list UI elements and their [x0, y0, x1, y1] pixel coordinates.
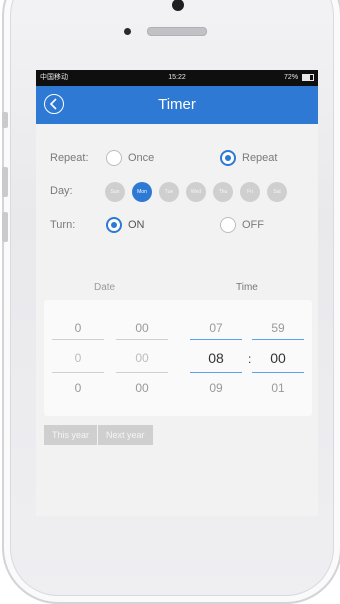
- status-bar: 中国移动 15:22 72%: [36, 70, 318, 86]
- battery-icon: [302, 73, 314, 81]
- repeat-row: Repeat: Once Repeat: [36, 147, 318, 171]
- picker-cell[interactable]: 07: [190, 321, 242, 335]
- next-year-tab[interactable]: Next year: [98, 425, 153, 445]
- day-sun-button[interactable]: Sun: [105, 182, 125, 202]
- picker-divider: [52, 339, 104, 340]
- time-header: Time: [236, 282, 258, 293]
- proximity-sensor: [124, 28, 131, 35]
- day-mon-button[interactable]: Mon: [132, 182, 152, 202]
- picker-cell-selected[interactable]: 00: [252, 350, 304, 366]
- repeat-repeat-radio[interactable]: [220, 150, 236, 166]
- turn-off-label[interactable]: OFF: [242, 219, 264, 231]
- picker-cell[interactable]: 09: [190, 381, 242, 395]
- picker-divider: [116, 372, 168, 373]
- picker-cell[interactable]: 0: [52, 321, 104, 335]
- battery-indicator: 72%: [284, 70, 314, 86]
- picker-divider: [252, 372, 304, 373]
- year-tabs: This year Next year: [44, 425, 153, 445]
- datetime-picker[interactable]: 0 0 0 00 00 00 07 08 09 : 59 00 01: [44, 300, 312, 416]
- day-wed-button[interactable]: Wed: [186, 182, 206, 202]
- status-time: 15:22: [168, 74, 186, 81]
- day-label: Day:: [50, 185, 73, 197]
- picker-cell-selected[interactable]: 08: [190, 350, 242, 366]
- picker-divider: [52, 372, 104, 373]
- earpiece-speaker: [147, 27, 207, 36]
- battery-percent: 72%: [284, 74, 299, 81]
- turn-row: Turn: ON OFF: [36, 214, 318, 238]
- app-screen: 中国移动 15:22 72% Timer Repeat: Once Repeat…: [36, 70, 318, 516]
- day-row: Day: Sun Mon Tue Wed Thu Fri Sat: [36, 180, 318, 204]
- date-header: Date: [94, 282, 116, 293]
- repeat-once-label[interactable]: Once: [128, 152, 154, 164]
- picker-cell[interactable]: 0: [52, 381, 104, 395]
- day-tue-button[interactable]: Tue: [159, 182, 179, 202]
- picker-divider: [116, 339, 168, 340]
- day-thu-button[interactable]: Thu: [213, 182, 233, 202]
- picker-cell[interactable]: 00: [116, 321, 168, 335]
- picker-cell[interactable]: 59: [252, 321, 304, 335]
- picker-divider: [190, 339, 242, 340]
- nav-bar: Timer: [36, 86, 318, 124]
- turn-off-radio[interactable]: [220, 217, 236, 233]
- mute-switch: [2, 112, 8, 128]
- day-fri-button[interactable]: Fri: [240, 182, 260, 202]
- volume-up-button: [2, 167, 8, 197]
- turn-on-radio[interactable]: [106, 217, 122, 233]
- repeat-repeat-label[interactable]: Repeat: [242, 152, 277, 164]
- repeat-once-radio[interactable]: [106, 150, 122, 166]
- page-title: Timer: [158, 96, 196, 113]
- picker-cell[interactable]: 0: [52, 351, 104, 365]
- picker-cell[interactable]: 01: [252, 381, 304, 395]
- repeat-label: Repeat:: [50, 152, 89, 164]
- turn-on-label[interactable]: ON: [128, 219, 145, 231]
- picker-cell[interactable]: 00: [116, 351, 168, 365]
- time-separator: :: [248, 352, 252, 366]
- turn-label: Turn:: [50, 219, 76, 231]
- day-sat-button[interactable]: Sat: [267, 182, 287, 202]
- volume-down-button: [2, 212, 8, 242]
- phone-frame: 中国移动 15:22 72% Timer Repeat: Once Repeat…: [2, 0, 340, 604]
- picker-divider: [190, 372, 242, 373]
- picker-divider: [252, 339, 304, 340]
- picker-cell[interactable]: 00: [116, 381, 168, 395]
- this-year-tab[interactable]: This year: [44, 425, 98, 445]
- front-camera: [172, 0, 184, 11]
